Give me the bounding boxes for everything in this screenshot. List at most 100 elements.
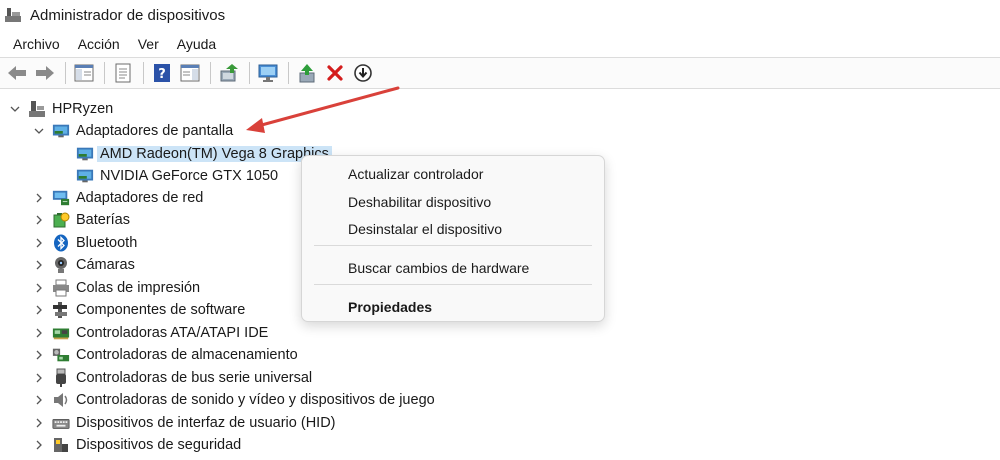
chevron-right-icon[interactable] [32,213,46,227]
enable-device-icon [299,64,315,83]
context-menu: Actualizar controlador Deshabilitar disp… [301,155,605,322]
menu-ayuda[interactable]: Ayuda [168,33,225,55]
tree-category-label: Adaptadores de pantalla [76,123,234,139]
menu-item-actualizar-controlador[interactable]: Actualizar controlador [302,162,604,186]
tree-category-label: Adaptadores de red [76,190,204,206]
menu-item-deshabilitar-dispositivo[interactable]: Deshabilitar dispositivo [302,190,604,214]
usb-icon [52,368,70,387]
toolbar-separator [249,62,250,84]
tree-category-label: Controladoras ATA/ATAPI IDE [76,325,269,341]
tree-root-node[interactable]: HPRyzen [8,98,113,120]
console-tree-icon [74,64,94,82]
keyboard-icon [52,414,70,432]
chevron-right-icon[interactable] [32,281,46,295]
display-adapter-icon [76,167,94,185]
speaker-icon [52,391,70,409]
network-adapter-icon [52,189,70,207]
chevron-right-icon[interactable] [32,438,46,452]
svg-text:?: ? [158,67,166,82]
properties-button[interactable] [110,60,136,86]
download-icon [354,64,372,82]
device-manager-app-icon [5,8,21,22]
chevron-right-icon[interactable] [32,236,46,250]
computer-icon [28,100,46,118]
tree-category-dispositivos-de-interfaz-hid[interactable]: Dispositivos de interfaz de usuario (HID… [32,412,336,434]
menu-archivo[interactable]: Archivo [4,33,69,55]
tree-category-colas-de-impresion[interactable]: Colas de impresión [32,277,200,299]
security-device-icon [52,436,70,454]
tree-device-amd-radeon[interactable]: AMD Radeon(TM) Vega 8 Graphics [76,143,332,165]
tree-device-nvidia-geforce[interactable]: NVIDIA GeForce GTX 1050 [76,165,278,187]
software-component-icon [52,301,70,319]
tree-category-label: Componentes de software [76,302,246,318]
tree-root-label: HPRyzen [52,101,114,117]
tree-category-camaras[interactable]: Cámaras [32,254,135,276]
tree-category-label: Dispositivos de seguridad [76,437,242,453]
menu-item-desinstalar-dispositivo[interactable]: Desinstalar el dispositivo [302,217,604,241]
forward-arrow-icon [36,66,54,80]
ide-controller-icon [52,324,70,342]
chevron-right-icon[interactable] [32,326,46,340]
menu-separator [314,284,592,285]
back-arrow-icon [8,66,26,80]
menu-item-propiedades[interactable]: Propiedades [302,295,604,319]
chevron-down-icon[interactable] [8,102,22,116]
tree-category-controladoras-ata-atapi-ide[interactable]: Controladoras ATA/ATAPI IDE [32,322,268,344]
chevron-right-icon[interactable] [32,393,46,407]
tree-category-label: Dispositivos de interfaz de usuario (HID… [76,415,336,431]
tree-category-label: Colas de impresión [76,280,201,296]
tree-category-componentes-de-software[interactable]: Componentes de software [32,299,245,321]
chevron-right-icon[interactable] [32,348,46,362]
tree-category-bluetooth[interactable]: Bluetooth [32,232,137,254]
tree-category-label: Cámaras [76,257,135,273]
window-title: Administrador de dispositivos [30,6,226,24]
scan-hardware-icon [258,64,278,82]
chevron-down-icon[interactable] [32,124,46,138]
menu-item-buscar-cambios-hardware[interactable]: Buscar cambios de hardware [302,256,604,280]
tree-category-label: Controladoras de bus serie universal [76,370,313,386]
chevron-right-icon[interactable] [32,191,46,205]
menu-separator [314,245,592,246]
display-adapter-icon [76,145,94,163]
tree-category-label: Bluetooth [76,235,138,251]
toolbar-separator [104,62,105,84]
tree-category-dispositivos-de-seguridad[interactable]: Dispositivos de seguridad [32,434,241,456]
back-button[interactable] [4,60,30,86]
properties-icon [115,63,131,83]
help-button[interactable]: ? [149,60,175,86]
chevron-right-icon[interactable] [32,258,46,272]
tree-category-baterias[interactable]: Baterías [32,209,130,231]
enable-device-button[interactable] [294,60,320,86]
chevron-right-icon[interactable] [32,371,46,385]
menu-bar: Archivo Acción Ver Ayuda [0,31,1000,57]
tree-category-adaptadores-de-red[interactable]: Adaptadores de red [32,187,203,209]
forward-button[interactable] [32,60,58,86]
update-driver-icon [220,64,238,82]
tree-device-label: NVIDIA GeForce GTX 1050 [100,168,279,184]
title-bar: Administrador de dispositivos [0,0,1000,30]
action-pane-button[interactable] [177,60,203,86]
action-pane-icon [180,64,200,82]
uninstall-device-button[interactable] [322,60,348,86]
tree-category-label: Controladoras de almacenamiento [76,347,298,363]
help-icon: ? [154,64,170,82]
tree-device-label: AMD Radeon(TM) Vega 8 Graphics [97,146,332,162]
tree-category-controladoras-de-sonido-y-video[interactable]: Controladoras de sonido y vídeo y dispos… [32,389,435,411]
printer-icon [52,279,70,297]
scan-hardware-button[interactable] [255,60,281,86]
tree-category-controladoras-de-bus-serie-universal[interactable]: Controladoras de bus serie universal [32,367,312,389]
tree-category-adaptadores-de-pantalla[interactable]: Adaptadores de pantalla [32,120,233,142]
storage-controller-icon [52,346,70,364]
camera-icon [52,256,70,274]
disable-device-button[interactable] [350,60,376,86]
menu-ver[interactable]: Ver [129,33,168,55]
chevron-right-icon[interactable] [32,303,46,317]
toolbar: ? [0,57,1000,89]
update-driver-button[interactable] [216,60,242,86]
tree-category-controladoras-de-almacenamiento[interactable]: Controladoras de almacenamiento [32,344,298,366]
toolbar-separator [210,62,211,84]
chevron-right-icon[interactable] [32,416,46,430]
show-hide-console-tree-button[interactable] [71,60,97,86]
battery-icon [52,211,70,229]
menu-accion[interactable]: Acción [69,33,129,55]
